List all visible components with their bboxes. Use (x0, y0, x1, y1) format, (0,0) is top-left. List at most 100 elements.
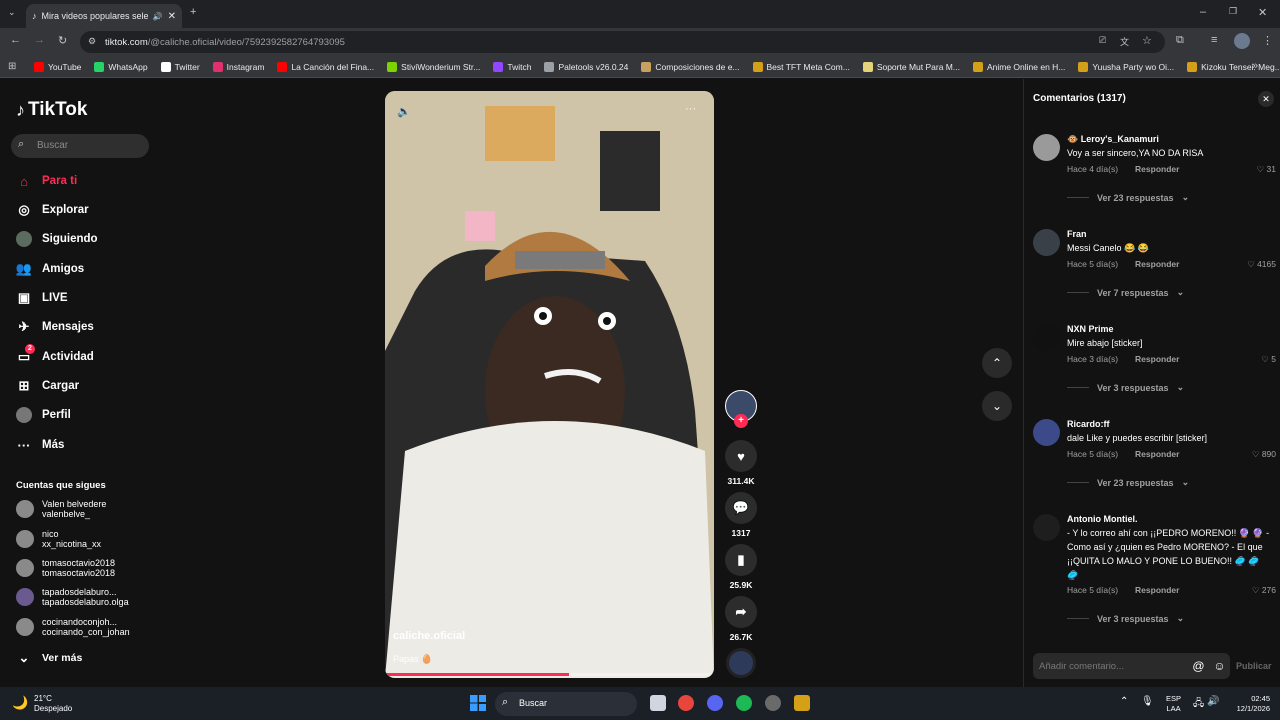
taskbar-clock[interactable]: 02:45 12/1/2026 (1228, 694, 1270, 714)
bookmarks-overflow-icon[interactable]: » (1252, 60, 1258, 72)
comment-username[interactable]: Antonio Montiel. (1067, 514, 1137, 524)
bookmark-paletools[interactable]: Paletools v26.0.24 (544, 61, 628, 72)
emoji-icon[interactable]: ☺ (1213, 659, 1225, 673)
publish-button[interactable]: Publicar (1236, 661, 1272, 671)
comment-username[interactable]: NXN Prime (1067, 324, 1114, 334)
taskbar-search[interactable]: ⌕ Buscar (495, 692, 637, 716)
discord-icon[interactable] (707, 695, 723, 711)
reply-button[interactable]: Responder (1135, 259, 1179, 269)
see-more-button[interactable]: ⌄ Ver más (16, 650, 83, 666)
nav-perfil[interactable]: Perfil (16, 407, 71, 423)
window-close-icon[interactable]: ✕ (1258, 6, 1267, 19)
video-player[interactable]: 🔈 ··· caliche.oficial Papas 🥚 (385, 91, 714, 678)
browser-tab[interactable]: ♪ Mira videos populares sele 🔊 ✕ (26, 4, 182, 28)
view-replies-button[interactable]: Ver 23 respuestas ⌄ (1067, 192, 1189, 203)
chrome-icon[interactable] (678, 695, 694, 711)
avatar[interactable] (1033, 514, 1060, 541)
bookmark-soporte[interactable]: Soporte Mut Para M... (862, 61, 960, 72)
nav-mensajes[interactable]: ✈ Mensajes (16, 319, 94, 335)
new-tab-icon[interactable]: + (190, 6, 196, 18)
tray-overflow-icon[interactable]: ⌃ (1120, 696, 1128, 707)
comment-like-button[interactable]: ♡ 5 (1261, 354, 1276, 365)
language-indicator[interactable]: ESP LAA (1166, 694, 1181, 714)
avatar[interactable] (1033, 419, 1060, 446)
bookmark-youtube[interactable]: YouTube (34, 61, 81, 72)
nav-mas[interactable]: ··· Más (16, 437, 65, 453)
nav-explorar[interactable]: ◎ Explorar (16, 202, 88, 218)
reading-list-icon[interactable]: ≡ (1211, 34, 1217, 46)
maximize-icon[interactable]: ❐ (1229, 6, 1237, 17)
back-icon[interactable]: ← (10, 34, 21, 46)
tab-search-icon[interactable]: ⌄ (8, 7, 16, 18)
mute-icon[interactable]: 🔈 (397, 105, 411, 118)
followed-account[interactable]: cocinandoconjoh... cocinando_con_johan (16, 617, 130, 637)
video-author[interactable]: caliche.oficial (393, 630, 465, 642)
like-button[interactable]: ♥ 311.4K (725, 440, 757, 486)
avatar[interactable] (1033, 229, 1060, 256)
author-avatar-button[interactable]: + (725, 390, 757, 436)
bookmark-kizoku[interactable]: Kizoku Tensei: Meg... (1187, 61, 1280, 72)
bookmark-yuusha[interactable]: Yuusha Party wo Oi... (1078, 61, 1174, 72)
comment-username[interactable]: Fran (1067, 229, 1087, 239)
followed-account[interactable]: nico xx_nicotina_xx (16, 529, 101, 549)
bookmark-tft[interactable]: Best TFT Meta Com... (752, 61, 850, 72)
tab-audio-icon[interactable]: 🔊 (153, 12, 163, 21)
comment-button[interactable]: 💬 1317 (725, 492, 757, 538)
bookmark-twitter[interactable]: Twitter (160, 61, 200, 72)
spotify-icon[interactable] (736, 695, 752, 711)
avatar[interactable] (1033, 134, 1060, 161)
tiktok-logo[interactable]: ♪ TikTok (16, 99, 87, 121)
profile-avatar[interactable] (1234, 33, 1250, 49)
avatar[interactable] (1033, 324, 1060, 351)
search-input[interactable]: ⌕ Buscar (11, 134, 149, 158)
view-replies-button[interactable]: Ver 7 respuestas ⌄ (1067, 287, 1184, 298)
bookmark-anime[interactable]: Anime Online en H... (972, 61, 1065, 72)
previous-video-button[interactable]: ⌃ (982, 348, 1012, 378)
close-comments-button[interactable]: ✕ (1258, 91, 1274, 107)
site-info-icon[interactable]: ⚙ (88, 36, 96, 47)
comment-input[interactable]: Añadir comentario... (1033, 653, 1188, 679)
nav-actividad[interactable]: ▭ 2 Actividad (16, 344, 94, 365)
follow-plus-icon[interactable]: + (734, 414, 748, 428)
forward-icon[interactable]: → (34, 34, 45, 46)
nav-para-ti[interactable]: ⌂ Para ti (16, 173, 77, 189)
nav-cargar[interactable]: ⊞ Cargar (16, 378, 80, 394)
nav-amigos[interactable]: 👥 Amigos (16, 261, 84, 277)
comment-username[interactable]: Ricardo:ff (1067, 419, 1110, 429)
url-field[interactable]: ⚙ tiktok.com/@caliche.oficial/video/7592… (80, 31, 1165, 53)
bookmark-stiviwonderium[interactable]: StiviWonderium Str... (387, 61, 480, 72)
extensions-icon[interactable]: ⧉ (1176, 34, 1184, 47)
comment-like-button[interactable]: ♡ 31 (1257, 164, 1276, 175)
bookmark-whatsapp[interactable]: WhatsApp (94, 61, 148, 72)
task-view-icon[interactable] (650, 695, 666, 711)
volume-icon[interactable]: 🔊 (1207, 696, 1219, 707)
nav-siguiendo[interactable]: Siguiendo (16, 231, 98, 247)
followed-account[interactable]: Valen belvedere valenbelve_ (16, 499, 106, 519)
reply-button[interactable]: Responder (1135, 449, 1179, 459)
save-button[interactable]: ▮ 25.9K (725, 544, 757, 590)
bookmark-twitch[interactable]: Twitch (493, 61, 531, 72)
sound-disc[interactable] (725, 648, 757, 678)
share-button[interactable]: ➦ 26.7K (725, 596, 757, 642)
nav-live[interactable]: ▣ LIVE (16, 290, 68, 306)
view-replies-button[interactable]: Ver 3 respuestas ⌄ (1067, 613, 1184, 624)
reply-button[interactable]: Responder (1135, 585, 1179, 595)
bookmark-instagram[interactable]: Instagram (212, 61, 264, 72)
minimize-icon[interactable]: – (1200, 6, 1206, 18)
reply-button[interactable]: Responder (1135, 164, 1179, 174)
microphone-icon[interactable]: 🎙 (1141, 696, 1154, 707)
next-video-button[interactable]: ⌄ (982, 391, 1012, 421)
followed-account[interactable]: tomasoctavio2018 tomasoctavio2018 (16, 558, 115, 578)
bookmark-star-icon[interactable]: ☆ (1142, 34, 1152, 47)
reply-button[interactable]: Responder (1135, 354, 1179, 364)
view-replies-button[interactable]: Ver 3 respuestas ⌄ (1067, 382, 1184, 393)
bookmark-composiciones[interactable]: Composiciones de e... (641, 61, 740, 72)
network-icon[interactable]: 🖧 (1193, 696, 1204, 713)
comment-like-button[interactable]: ♡ 4165 (1247, 259, 1276, 270)
translate-icon[interactable]: 文 (1120, 35, 1129, 48)
mention-icon[interactable]: @ (1192, 659, 1204, 673)
weather-icon[interactable]: 🌙 (12, 695, 28, 711)
app-icon[interactable] (794, 695, 810, 711)
reload-icon[interactable]: ↻ (58, 34, 67, 47)
browser-menu-icon[interactable]: ⋮ (1262, 34, 1273, 47)
